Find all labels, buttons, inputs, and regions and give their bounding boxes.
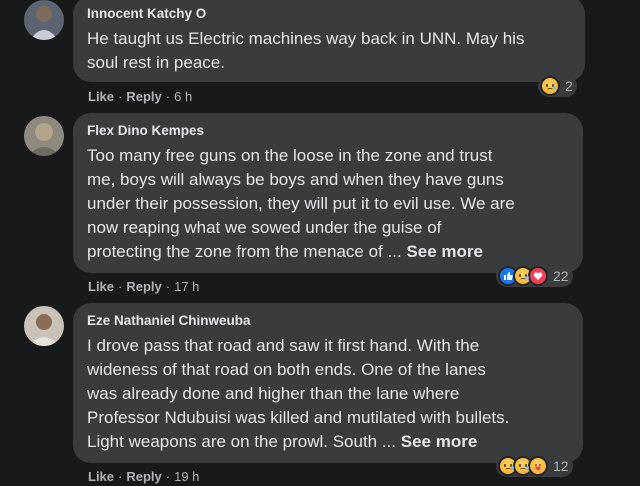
reply-button[interactable]: Reply — [126, 469, 161, 484]
comment-text: He taught us Electric machines way back … — [87, 27, 577, 75]
avatar[interactable] — [24, 306, 64, 346]
sad-icon — [540, 76, 560, 96]
comment-text-line: soul rest in peace. — [87, 53, 225, 72]
care-icon — [528, 456, 548, 476]
comment-text-line: Professor Ndubuisi was killed and mutila… — [87, 408, 510, 427]
comment-author[interactable]: Innocent Katchy O — [87, 6, 206, 21]
comment-text: I drove pass that road and saw it first … — [87, 334, 575, 454]
comment-text-line: Light weapons are on the prowl. South ..… — [87, 432, 397, 451]
like-button[interactable]: Like — [88, 279, 114, 294]
reaction-count: 22 — [553, 268, 569, 284]
see-more-link[interactable]: See more — [401, 432, 478, 451]
reactions-summary[interactable]: 12 — [496, 455, 573, 477]
sad-icon — [513, 266, 533, 286]
comment-text-line: now reaping what we sowed under the guis… — [87, 218, 442, 237]
comment-text-line: was already done and higher than the lan… — [87, 384, 460, 403]
comment-text-line: He taught us Electric machines way back … — [87, 29, 525, 48]
comment-bubble: Eze Nathaniel Chinweuba I drove pass tha… — [73, 303, 583, 463]
comment-timestamp[interactable]: 19 h — [174, 469, 199, 484]
comment-author[interactable]: Flex Dino Kempes — [87, 123, 204, 138]
comment-bubble: Innocent Katchy O He taught us Electric … — [73, 0, 585, 82]
sad-icon — [513, 456, 533, 476]
comment-actions: Like · Reply · 19 h — [88, 469, 200, 484]
comment-actions: Like · Reply · 6 h — [88, 89, 193, 104]
comment-bubble: Flex Dino Kempes Too many free guns on t… — [73, 113, 583, 273]
comment-text-line: protecting the zone from the menace of .… — [87, 242, 402, 261]
comment-text-line: under their possession, they will put it… — [87, 194, 515, 213]
comment-actions: Like · Reply · 17 h — [88, 279, 200, 294]
see-more-link[interactable]: See more — [406, 242, 483, 261]
like-button[interactable]: Like — [88, 89, 114, 104]
comment-timestamp[interactable]: 6 h — [174, 89, 192, 104]
avatar[interactable] — [24, 116, 64, 156]
comment-text-line: me, boys will always be boys and when th… — [87, 170, 504, 189]
love-icon — [528, 266, 548, 286]
avatar[interactable] — [24, 0, 64, 40]
comment-text: Too many free guns on the loose in the z… — [87, 144, 575, 264]
like-button[interactable]: Like — [88, 469, 114, 484]
reply-button[interactable]: Reply — [126, 279, 161, 294]
reaction-count: 2 — [565, 78, 573, 94]
reactions-summary[interactable]: 22 — [496, 265, 573, 287]
comment-timestamp[interactable]: 17 h — [174, 279, 199, 294]
comment-text-line: wideness of that road on both ends. One … — [87, 360, 486, 379]
comment-text-line: I drove pass that road and saw it first … — [87, 336, 480, 355]
comment-author[interactable]: Eze Nathaniel Chinweuba — [87, 313, 251, 328]
comment-text-line: Too many free guns on the loose in the z… — [87, 146, 493, 165]
reactions-summary[interactable]: 2 — [538, 75, 577, 97]
reaction-count: 12 — [553, 458, 569, 474]
reply-button[interactable]: Reply — [126, 89, 161, 104]
